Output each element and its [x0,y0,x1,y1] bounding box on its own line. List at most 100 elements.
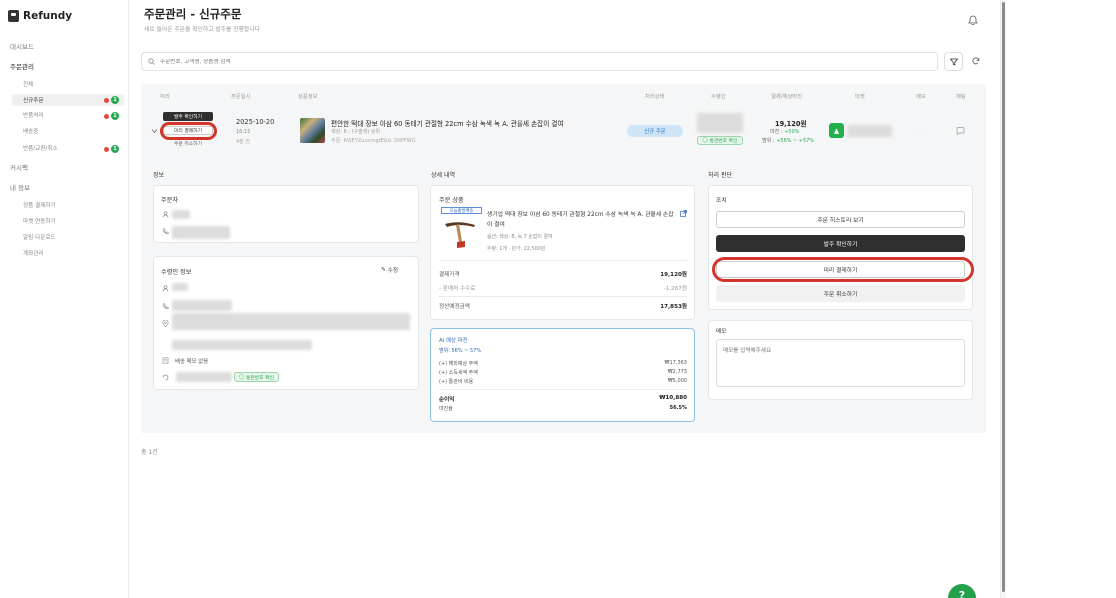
info-section-title: 정보 [153,172,165,179]
phone-icon [162,228,169,234]
sidebar-section-my-info[interactable]: 내 정보 [10,182,30,192]
customs-tag-text: 통관번호 확인 [709,139,738,144]
customs-verified-badge: ◯ 통관번호 확인 [234,372,279,382]
divider [439,389,687,390]
col-header-recipient: 수령인 [711,94,726,100]
pencil-icon: ✎ [381,267,386,273]
search-bar [141,52,938,71]
row-value: 17,853원 [660,304,687,310]
payment-price: 19,120원 [775,120,807,128]
sidebar-item-download[interactable]: 알림 다운로드 [23,233,56,241]
pagination-total: 총 1건 [141,449,158,456]
ai-title: AI 예상 마진 [439,338,468,344]
red-dot-icon [104,97,109,103]
product-thumbnail[interactable] [300,118,325,143]
market-name-blurred [847,125,892,137]
chat-icon[interactable] [956,127,965,135]
payment-price-row: 결제가격 19,120원 [439,270,687,278]
smartstore-icon: ▲ [829,123,844,138]
detail-product-name[interactable]: 생기업 떡대 장보 이삼 60 동테기 관절형 22cm 수삼 녹색 녹 A. … [487,210,675,230]
orderer-name-blurred [172,210,190,219]
recipient-address2-blurred [172,340,312,350]
col-header-action: 처리 [160,94,170,100]
help-button[interactable]: ? [948,584,976,598]
margin-prefix: 마진 : [770,129,785,135]
memo-title: 메모 [716,329,727,335]
divider [439,296,687,297]
user-icon [162,285,169,292]
prepay-button[interactable]: 미리 결제하기 [163,126,213,135]
cancel-order-button[interactable]: 주문 취소하기 [716,285,965,302]
note-icon [162,357,169,364]
col-header-memo: 메모 [916,94,926,100]
edit-recipient-button[interactable]: ✎ 수정 [381,266,398,274]
sidebar-item-payment[interactable]: 정품 결제하기 [23,201,56,209]
confirm-order-button[interactable]: 발주 확인하기 [716,235,965,252]
col-header-market: 마켓 [855,94,865,100]
ai-rate-label: 마진율 [439,406,453,412]
ai-rate-value: 56.5% [669,405,687,411]
help-icon: ? [958,589,966,598]
refundy-logo-icon [8,10,19,22]
margin-value: 마진 : +50% [770,128,799,135]
check-circle-icon: ◯ [239,374,246,380]
row-value: 19,120원 [660,272,687,278]
range-prefix: 범위 : [762,138,777,144]
sidebar: Refundy 대시보드 주문관리 전체 신규주문 1 반품처리 1 배송중 반… [0,0,129,598]
refresh-button[interactable] [970,55,982,67]
recipient-address-blurred [172,313,410,330]
margin-number: +50% [784,129,800,135]
sidebar-item-returns[interactable]: 반품처리 [23,111,44,119]
prepay-button[interactable]: 미리 결제하기 [716,261,965,278]
refresh-icon [972,57,980,65]
sidebar-section-dashboard[interactable]: 대시보드 [10,41,34,51]
id-card-icon [162,374,169,381]
col-header-chat: 채팅 [956,94,966,100]
row-label: 결제가격 [439,272,460,278]
col-header-product: 상품정보 [298,94,318,100]
order-ago: 4분 전 [236,139,250,145]
ai-profit-label: 순이익 [439,397,455,403]
scrollbar-thumb[interactable] [1002,2,1005,592]
ai-row-label: (+) 소득세액 주액 [439,370,478,376]
ai-range: 범위: 56% ~ 57% [439,348,482,354]
filter-icon [949,58,958,66]
sidebar-item-market-link[interactable]: 마켓 연동하기 [23,217,56,225]
sidebar-item-shipping[interactable]: 배송중 [23,127,38,135]
sidebar-section-orders[interactable]: 주문관리 [10,61,34,71]
memo-input[interactable] [716,339,965,387]
sidebar-item-account[interactable]: 계좌관리 [23,249,44,257]
red-dot-icon [104,146,109,152]
ai-row: (+) 해외예상 주액 ₩17,363 [439,360,687,367]
chevron-down-icon[interactable] [151,128,158,134]
customs-verified-badge: ◯ 통관번호 확인 [697,136,743,145]
order-detail-card [430,185,695,320]
shipping-tag: 오늘출발배송 [441,207,482,214]
col-header-date: 주문일시 [231,94,251,100]
filter-button[interactable] [944,52,963,71]
ai-row: (+) 소득세액 주액 ₩2,773 [439,369,687,376]
ai-profit-row: 순이익 ₩10,880 [439,395,687,403]
ai-row-label: (+) 통관비 비용 [439,379,474,385]
recipient-phone-blurred [172,300,232,311]
sidebar-item-exchange-cancel[interactable]: 반품/교환/취소 [23,144,58,152]
order-history-button[interactable]: 주문 히스토리 보기 [716,211,965,228]
ai-row-value: ₩2,773 [667,369,687,375]
search-input[interactable] [160,58,860,65]
detail-product-qty: 수량: 1개 · 단가: 22,500원 [487,246,546,252]
logo[interactable]: Refundy [8,10,72,22]
recipient-title: 수령인 정보 [161,269,192,276]
external-link-icon[interactable] [680,210,687,217]
confirm-order-button[interactable]: 발주 확인하기 [163,112,213,121]
sidebar-item-all[interactable]: 전체 [23,80,33,88]
bell-icon[interactable] [968,14,978,25]
product-name[interactable]: 편안한 떡대 장보 이삼 60 동테기 관절형 22cm 수삼 녹색 녹 A. … [331,118,564,128]
orderer-phone-blurred [172,226,230,239]
page-scrollbar[interactable] [1000,0,1006,598]
customs-tag-text: 통관번호 확인 [245,375,274,381]
margin-range: 범위 : +56% ~ +57% [762,137,814,144]
cancel-order-link[interactable]: 주문 취소하기 [168,140,208,147]
product-image[interactable] [441,218,482,250]
app-name: Refundy [23,10,73,22]
sidebar-section-cashback[interactable]: 커시팩 [10,162,28,172]
